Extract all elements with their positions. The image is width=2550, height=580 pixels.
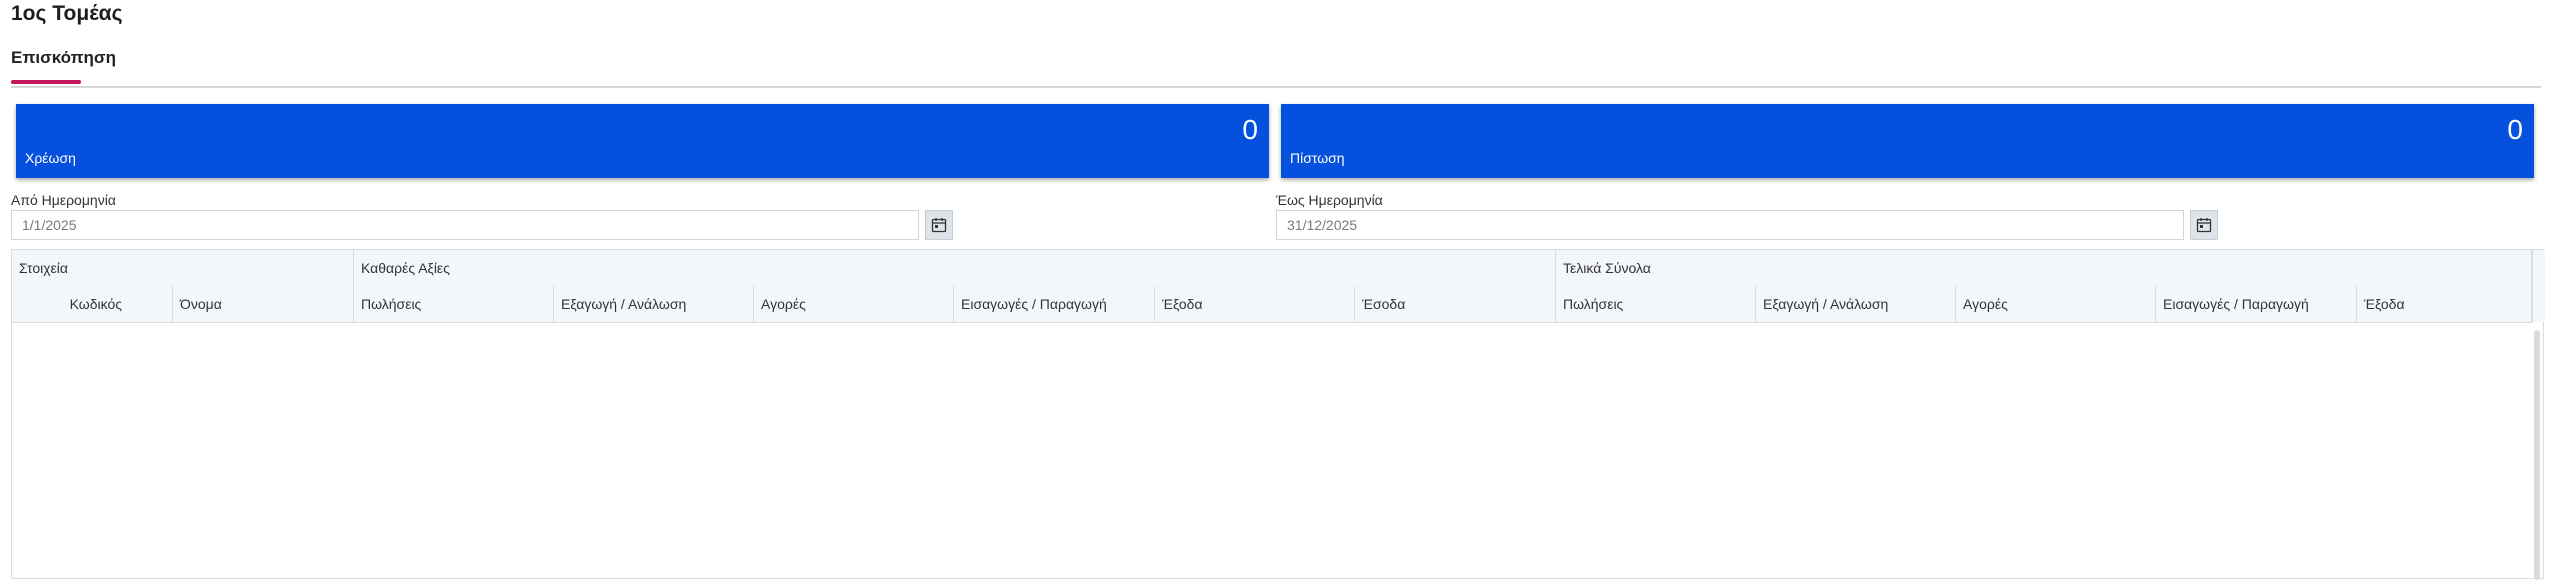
debit-card: 0 Χρέωση xyxy=(16,104,1269,178)
calendar-icon xyxy=(2196,218,2212,233)
column-header-net-income[interactable]: Έσοδα xyxy=(1355,286,1556,322)
from-date-picker-button[interactable] xyxy=(925,210,953,240)
from-date-input[interactable] xyxy=(11,210,919,240)
scrollbar-header-filler xyxy=(2532,250,2545,322)
to-date-label: Έως Ημερομηνία xyxy=(1276,192,1383,208)
calendar-icon xyxy=(931,218,947,233)
column-header-total-imports[interactable]: Εισαγωγές / Παραγωγή xyxy=(2156,286,2357,322)
tab-overview[interactable]: Επισκόπηση xyxy=(11,48,116,68)
to-date-input[interactable] xyxy=(1276,210,2184,240)
credit-value: 0 xyxy=(2507,114,2523,145)
column-header-total-expenses[interactable]: Έξοδα xyxy=(2357,286,2532,322)
debit-label: Χρέωση xyxy=(25,150,76,166)
column-header-name[interactable]: Όνομα xyxy=(173,286,354,322)
column-header-net-sales[interactable]: Πωλήσεις xyxy=(354,286,554,322)
tab-bar: Επισκόπηση xyxy=(11,48,2541,88)
page-title: 1ος Τομέας xyxy=(11,2,123,25)
column-header-net-export[interactable]: Εξαγωγή / Ανάλωση xyxy=(554,286,754,322)
group-header-final-totals[interactable]: Τελικά Σύνολα xyxy=(1556,250,2532,286)
column-header-net-purchases[interactable]: Αγορές xyxy=(754,286,954,322)
column-header-net-expenses[interactable]: Έξοδα xyxy=(1155,286,1355,322)
grid-group-header: Στοιχεία Καθαρές Αξίες Τελικά Σύνολα xyxy=(12,250,2532,287)
group-header-details[interactable]: Στοιχεία xyxy=(12,250,354,286)
column-header-code[interactable]: Κωδικός xyxy=(12,286,173,322)
column-header-total-export[interactable]: Εξαγωγή / Ανάλωση xyxy=(1756,286,1956,322)
column-header-net-imports[interactable]: Εισαγωγές / Παραγωγή xyxy=(954,286,1155,322)
column-header-total-sales[interactable]: Πωλήσεις xyxy=(1556,286,1756,322)
data-grid: Στοιχεία Καθαρές Αξίες Τελικά Σύνολα Κωδ… xyxy=(11,249,2545,580)
to-date-picker-button[interactable] xyxy=(2190,210,2218,240)
active-tab-indicator xyxy=(11,80,81,84)
group-header-net-values[interactable]: Καθαρές Αξίες xyxy=(354,250,1556,286)
column-header-total-purchases[interactable]: Αγορές xyxy=(1956,286,2156,322)
vertical-scrollbar[interactable] xyxy=(2534,330,2540,580)
credit-label: Πίστωση xyxy=(1290,150,1345,166)
from-date-label: Από Ημερομηνία xyxy=(11,192,116,208)
debit-value: 0 xyxy=(1242,114,1258,145)
credit-card: 0 Πίστωση xyxy=(1281,104,2534,178)
grid-column-header: Κωδικός Όνομα Πωλήσεις Εξαγωγή / Ανάλωση… xyxy=(12,286,2532,323)
